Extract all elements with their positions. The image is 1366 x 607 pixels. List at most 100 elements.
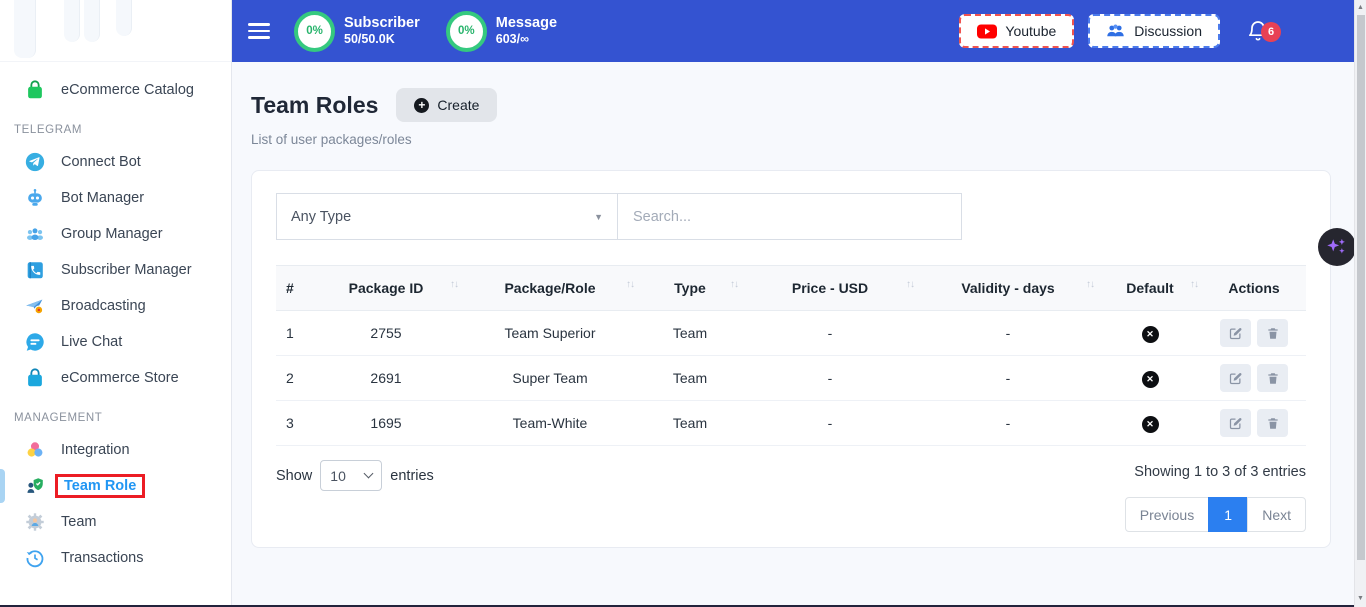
- edit-button[interactable]: [1220, 364, 1251, 392]
- scrollbar-thumb[interactable]: [1357, 15, 1365, 560]
- user-shield-icon: [24, 475, 46, 497]
- chevron-down-icon: [364, 469, 374, 479]
- table-row: 22691Super TeamTeam--✕: [276, 356, 1306, 401]
- column-header-validity-days[interactable]: Validity - days↑↓: [918, 266, 1098, 311]
- previous-page-button[interactable]: Previous: [1125, 497, 1209, 532]
- caret-down-icon: ▼: [594, 212, 603, 222]
- next-page-button[interactable]: Next: [1247, 497, 1306, 532]
- sidebar-item-team-role[interactable]: Team Role: [0, 468, 231, 504]
- package-role-cell: Team-White: [462, 401, 638, 446]
- times-circle-icon: ✕: [1142, 371, 1159, 388]
- edit-icon: [1228, 371, 1243, 386]
- package-id-cell: 1695: [310, 401, 462, 446]
- usage-stats: 0% Subscriber 50/50.0K 0% Message 603/∞: [294, 11, 557, 52]
- sidebar-item-transactions[interactable]: Transactions: [0, 540, 231, 576]
- column-header-actions: Actions: [1202, 266, 1306, 311]
- actions-cell: [1202, 401, 1306, 446]
- sidebar-item-group-manager[interactable]: Group Manager: [0, 216, 231, 252]
- sidebar-item-team[interactable]: Team: [0, 504, 231, 540]
- package-id-cell: 2691: [310, 356, 462, 401]
- logo-shape: [116, 0, 132, 36]
- row-number-cell: 3: [276, 401, 310, 446]
- youtube-icon: [977, 24, 997, 39]
- column-header-price-usd[interactable]: Price - USD↑↓: [742, 266, 918, 311]
- trash-icon: [1266, 416, 1280, 431]
- entries-label: entries: [390, 468, 434, 484]
- sort-icon: ↑↓: [626, 279, 634, 290]
- discussion-button[interactable]: Discussion: [1088, 14, 1220, 48]
- delete-button[interactable]: [1257, 319, 1288, 347]
- contact-book-icon: [24, 259, 46, 281]
- validity-cell: -: [918, 401, 1098, 446]
- history-clock-icon: [24, 547, 46, 569]
- actions-cell: [1202, 356, 1306, 401]
- page-1-button[interactable]: 1: [1208, 497, 1248, 532]
- page-scrollbar[interactable]: ▲ ▼: [1354, 0, 1366, 607]
- sidebar-item-connect-bot[interactable]: Connect Bot: [0, 144, 231, 180]
- sort-icon: ↑↓: [1190, 279, 1198, 290]
- sidebar-item-live-chat[interactable]: Live Chat: [0, 324, 231, 360]
- sort-icon: ↑↓: [906, 279, 914, 290]
- page-title: Team Roles: [251, 92, 378, 119]
- group-users-icon: [24, 223, 46, 245]
- ai-assistant-button[interactable]: [1318, 228, 1356, 266]
- times-circle-icon: ✕: [1142, 326, 1159, 343]
- sidebar-item-label: Group Manager: [61, 226, 163, 242]
- store-bag-icon: [24, 367, 46, 389]
- row-number-cell: 1: [276, 311, 310, 356]
- type-cell: Team: [638, 401, 742, 446]
- edit-button[interactable]: [1220, 409, 1251, 437]
- column-header-type[interactable]: Type↑↓: [638, 266, 742, 311]
- page-size-select[interactable]: 10: [320, 460, 382, 491]
- menu-toggle-button[interactable]: [248, 19, 270, 43]
- sort-icon: ↑↓: [1086, 279, 1094, 290]
- type-filter-value: Any Type: [291, 209, 351, 225]
- youtube-button-label: Youtube: [1005, 23, 1056, 39]
- logo-shape: [14, 0, 36, 58]
- table-row: 12755Team SuperiorTeam--✕: [276, 311, 1306, 356]
- type-cell: Team: [638, 311, 742, 356]
- sidebar-item-label: Team Role: [55, 474, 145, 498]
- sidebar-section-management: MANAGEMENT: [0, 412, 231, 424]
- sidebar-item-label: Team: [61, 514, 96, 530]
- sidebar-item-label: Integration: [61, 442, 130, 458]
- create-button[interactable]: + Create: [396, 88, 497, 122]
- notification-badge: 6: [1261, 22, 1281, 42]
- column-header-package-id[interactable]: Package ID↑↓: [310, 266, 462, 311]
- actions-cell: [1202, 311, 1306, 356]
- edit-button[interactable]: [1220, 319, 1251, 347]
- sidebar-item-ecommerce-store[interactable]: eCommerce Store: [0, 360, 231, 396]
- show-label: Show: [276, 468, 312, 484]
- validity-cell: -: [918, 311, 1098, 356]
- type-cell: Team: [638, 356, 742, 401]
- chat-bubble-icon: [24, 331, 46, 353]
- sidebar-item-subscriber-manager[interactable]: Subscriber Manager: [0, 252, 231, 288]
- sidebar-item-bot-manager[interactable]: Bot Manager: [0, 180, 231, 216]
- discussion-button-label: Discussion: [1134, 23, 1202, 39]
- youtube-button[interactable]: Youtube: [959, 14, 1074, 48]
- scrollbar-up-arrow[interactable]: ▲: [1355, 0, 1366, 14]
- column-header-package-role[interactable]: Package/Role↑↓: [462, 266, 638, 311]
- plus-circle-icon: +: [414, 98, 429, 113]
- delete-button[interactable]: [1257, 364, 1288, 392]
- subscriber-stat-label: Subscriber: [344, 14, 420, 32]
- users-icon: [1106, 23, 1126, 39]
- telegram-icon: [24, 151, 46, 173]
- sidebar-item-label: Subscriber Manager: [61, 262, 192, 278]
- delete-button[interactable]: [1257, 409, 1288, 437]
- trash-icon: [1266, 326, 1280, 341]
- type-filter-select[interactable]: Any Type ▼: [276, 193, 618, 240]
- roles-card: Any Type ▼ #Package ID↑↓Package/Role↑↓Ty…: [251, 170, 1331, 548]
- validity-cell: -: [918, 356, 1098, 401]
- create-button-label: Create: [437, 97, 479, 113]
- sidebar-item-ecommerce-catalog[interactable]: eCommerce Catalog: [0, 72, 231, 108]
- sidebar-item-integration[interactable]: Integration: [0, 432, 231, 468]
- price-cell: -: [742, 311, 918, 356]
- column-header-default[interactable]: Default↑↓: [1098, 266, 1202, 311]
- notifications-button[interactable]: 6: [1246, 18, 1270, 44]
- table-row: 31695Team-WhiteTeam--✕: [276, 401, 1306, 446]
- sidebar-item-broadcasting[interactable]: Broadcasting: [0, 288, 231, 324]
- main-content: Team Roles + Create List of user package…: [232, 62, 1366, 607]
- scrollbar-down-arrow[interactable]: ▼: [1355, 591, 1366, 605]
- search-input[interactable]: [618, 193, 962, 240]
